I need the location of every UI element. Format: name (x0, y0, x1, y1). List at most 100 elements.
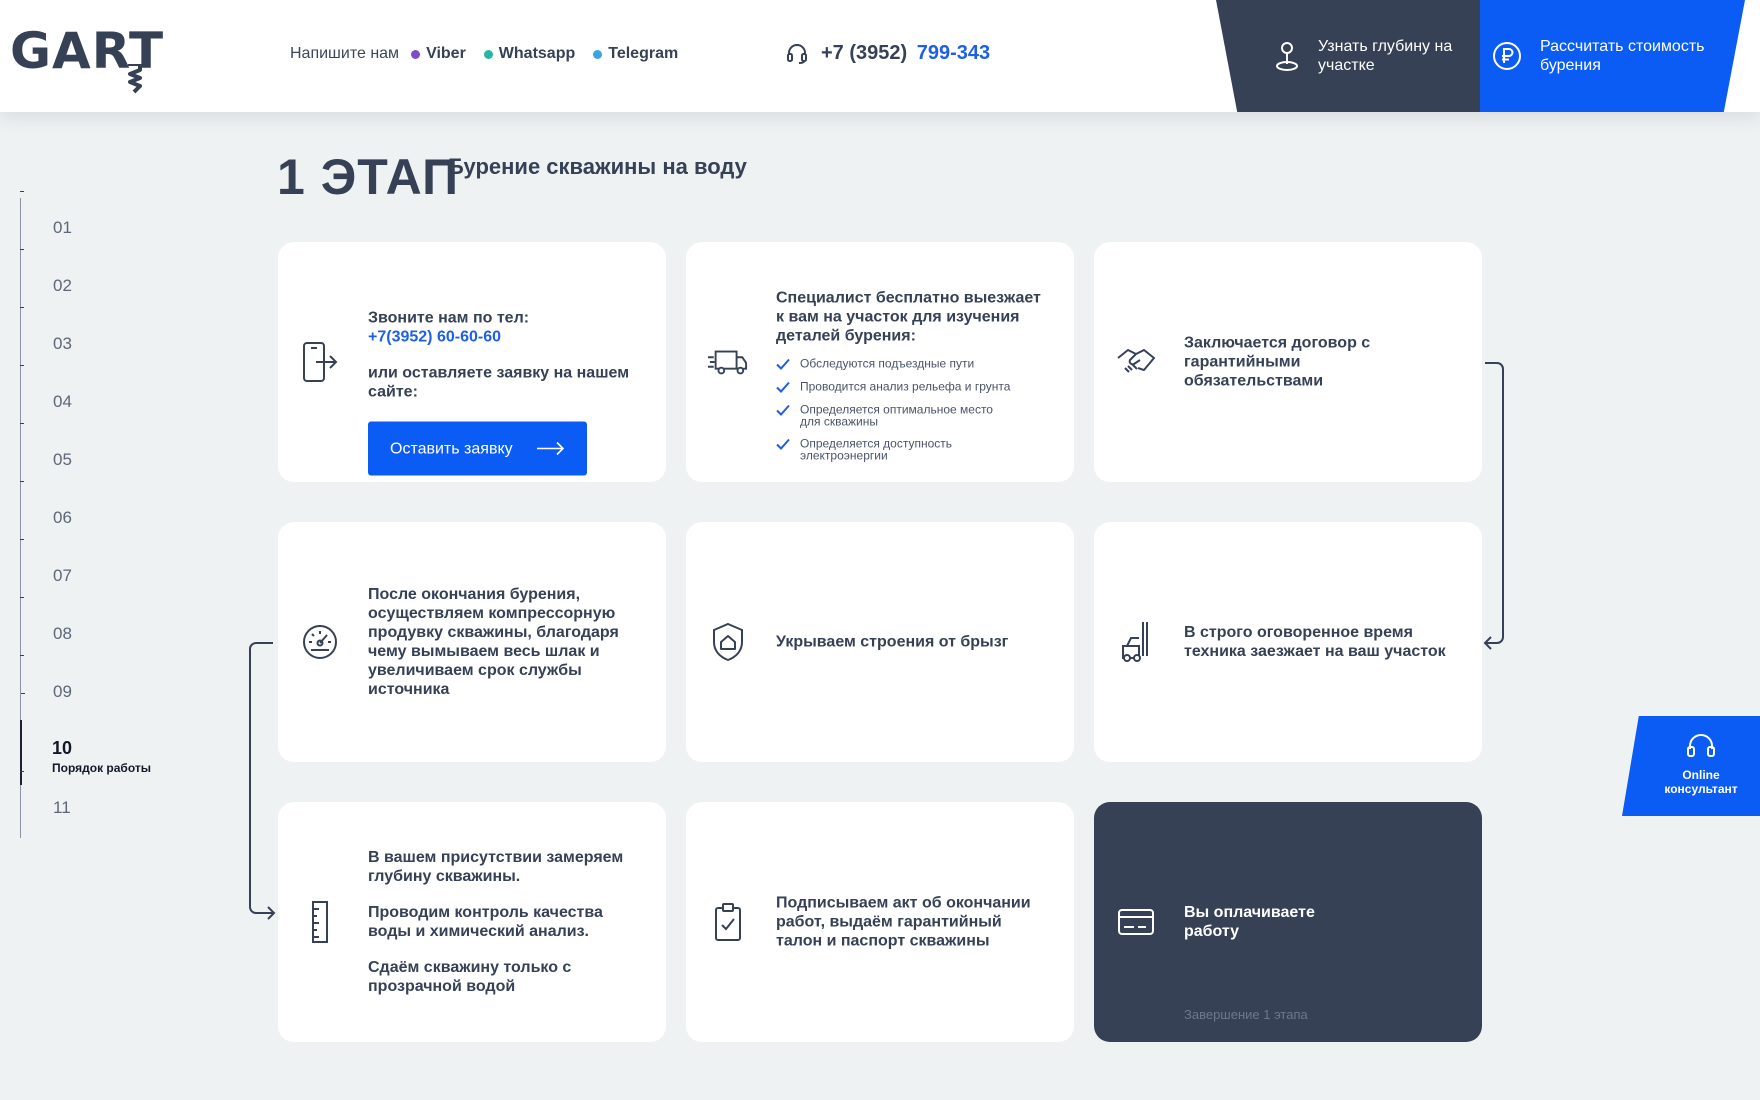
nav-item-10[interactable]: 10 Порядок работы (20, 693, 190, 785)
logo[interactable]: GART (10, 22, 164, 94)
nav-item-07[interactable]: 07 (20, 539, 191, 586)
online-consultant-button[interactable]: Online консультант (1622, 716, 1760, 816)
card-act: Подписываем акт об окончании работ, выда… (686, 802, 1074, 1042)
checklist-item: Определяется оптимальное место для скваж… (776, 404, 1052, 428)
nav-item-09[interactable]: 09 (20, 655, 191, 702)
arrow-right-icon (536, 441, 564, 456)
depth-button[interactable]: Узнать глубину на участке (1216, 0, 1481, 112)
equipment-text: В строго оговоренное время техника заезж… (1184, 624, 1446, 660)
card-call-content: Звоните нам по тел: +7(3952) 60-60-60 ил… (368, 309, 644, 476)
nav-item-label: 11 (53, 798, 71, 817)
card-specialist: Специалист бесплатно выезжает к вам на у… (686, 242, 1074, 482)
nav-item-01[interactable]: 01 (20, 191, 191, 238)
checklist-item: Проводится анализ рельефа и грунта (776, 381, 1052, 394)
contract-text: Заключается договор с гарантийными обяза… (1184, 334, 1371, 390)
check-icon (776, 381, 790, 393)
measure-p3: Сдаём скважину только с прозрачной водой (368, 959, 572, 995)
nav-item-label: 05 (53, 450, 72, 469)
telegram-label: Telegram (608, 45, 679, 62)
whatsapp-link[interactable]: Whatsapp (483, 45, 576, 63)
shield-home-icon (708, 620, 748, 664)
site-header: GART Напишите нам Viber Whatsapp Telegra… (0, 0, 1760, 112)
nav-item-06[interactable]: 06 (20, 481, 191, 528)
shelter-text: Укрываем строения от брызг (776, 633, 1009, 651)
check-icon (776, 438, 790, 450)
whatsapp-label: Whatsapp (498, 45, 576, 62)
nav-item-label: 07 (53, 566, 72, 585)
card-call: Звоните нам по тел: +7(3952) 60-60-60 ил… (278, 242, 666, 482)
nav-item-11[interactable]: 11 (20, 771, 191, 818)
act-text: Подписываем акт об окончании работ, выда… (776, 894, 1031, 950)
nav-item-label: 09 (53, 682, 72, 701)
connector-arrow-right (1483, 362, 1504, 650)
online-consultant-label: Online консультант (1664, 768, 1738, 796)
ruler-icon (300, 900, 340, 944)
viber-dot-icon (411, 49, 421, 59)
specialist-checklist: Обследуются подъездные пути Проводится а… (776, 358, 1052, 462)
nav-item-label: 02 (53, 276, 72, 295)
nav-item-label: 04 (53, 392, 72, 411)
card-shelter: Укрываем строения от брызг (686, 522, 1074, 762)
nav-item-active-label: Порядок работы (52, 761, 151, 775)
card-equipment: В строго оговоренное время техника заезж… (1094, 522, 1482, 762)
telegram-dot-icon (593, 49, 603, 59)
nav-item-label: 08 (53, 624, 72, 643)
checklist-item: Определяется доступность электроэнергии (776, 438, 1052, 462)
checklist-item: Обследуются подъездные пути (776, 358, 1052, 371)
write-us: Напишите нам Viber Whatsapp Telegram (290, 45, 678, 63)
flush-text: После окончания бурения, осуществляем ко… (368, 586, 619, 698)
headset-icon (787, 44, 807, 64)
apply-button-label: Оставить заявку (390, 440, 513, 457)
gauge-icon (300, 620, 340, 664)
nav-item-08[interactable]: 08 (20, 597, 191, 644)
location-pin-icon (1276, 42, 1298, 71)
credit-card-icon (1116, 900, 1156, 944)
apply-button[interactable]: Оставить заявку (368, 421, 587, 476)
calculate-cost-label: Рассчитать стоимость бурения (1540, 38, 1705, 74)
nav-item-label: 01 (53, 218, 72, 237)
measure-p1: В вашем присутствии замеряем глубину скв… (368, 849, 624, 885)
payment-text: Вы оплачиваете работу (1184, 904, 1315, 940)
connector-arrow-left (249, 642, 276, 920)
handshake-icon (1116, 340, 1156, 384)
nav-item-05[interactable]: 05 (20, 423, 191, 470)
nav-item-label: 10 (52, 738, 73, 758)
check-icon (776, 358, 790, 370)
specialist-text: Специалист бесплатно выезжает к вам на у… (776, 289, 1041, 345)
checklist-text: Определяется оптимальное место для скваж… (800, 402, 993, 429)
checklist-text: Обследуются подъездные пути (800, 356, 975, 371)
nav-item-label: 06 (53, 508, 72, 527)
calculate-cost-button[interactable]: Рассчитать стоимость бурения (1480, 0, 1745, 112)
checklist-text: Проводится анализ рельефа и грунта (800, 379, 1011, 394)
call-phone[interactable]: +7(3952) 60-60-60 (368, 329, 501, 346)
header-phone[interactable]: +7 (3952) 799-343 (785, 41, 990, 65)
card-measure: В вашем присутствии замеряем глубину скв… (278, 802, 666, 1042)
drill-logo-icon (128, 64, 142, 94)
viber-link[interactable]: Viber (411, 45, 466, 63)
measure-p2: Проводим контроль качества воды и химиче… (368, 904, 603, 940)
phone-transfer-icon (300, 340, 340, 384)
check-icon (776, 404, 790, 416)
nav-item-label: 03 (53, 334, 72, 353)
steps-nav: 01 02 03 04 05 06 07 08 09 10 Порядок ра… (20, 191, 200, 838)
card-measure-content: В вашем присутствии замеряем глубину скв… (368, 848, 644, 996)
stage-subtitle: Бурение скважины на воду (448, 154, 747, 179)
call-line2: или оставляете заявку на нашем сайте: (368, 364, 630, 401)
checklist-text: Определяется доступность электроэнергии (800, 436, 953, 463)
ruble-icon (1493, 42, 1521, 70)
call-line1: Звоните нам по тел: (368, 309, 530, 327)
depth-button-label: Узнать глубину на участке (1318, 38, 1453, 74)
telegram-link[interactable]: Telegram (593, 45, 678, 63)
truck-icon (708, 340, 748, 384)
headset-icon (1687, 734, 1715, 757)
nav-item-04[interactable]: 04 (20, 365, 191, 412)
drill-rig-icon (1116, 620, 1156, 664)
payment-footer-note: Завершение 1 этапа (1184, 1007, 1308, 1022)
card-payment: Вы оплачиваете работу Завершение 1 этапа (1094, 802, 1482, 1042)
nav-item-03[interactable]: 03 (20, 307, 191, 354)
viber-label: Viber (426, 45, 466, 62)
nav-item-02[interactable]: 02 (20, 249, 191, 296)
card-contract: Заключается договор с гарантийными обяза… (1094, 242, 1482, 482)
phone-number: 799-343 (916, 41, 991, 64)
card-flush: После окончания бурения, осуществляем ко… (278, 522, 666, 762)
